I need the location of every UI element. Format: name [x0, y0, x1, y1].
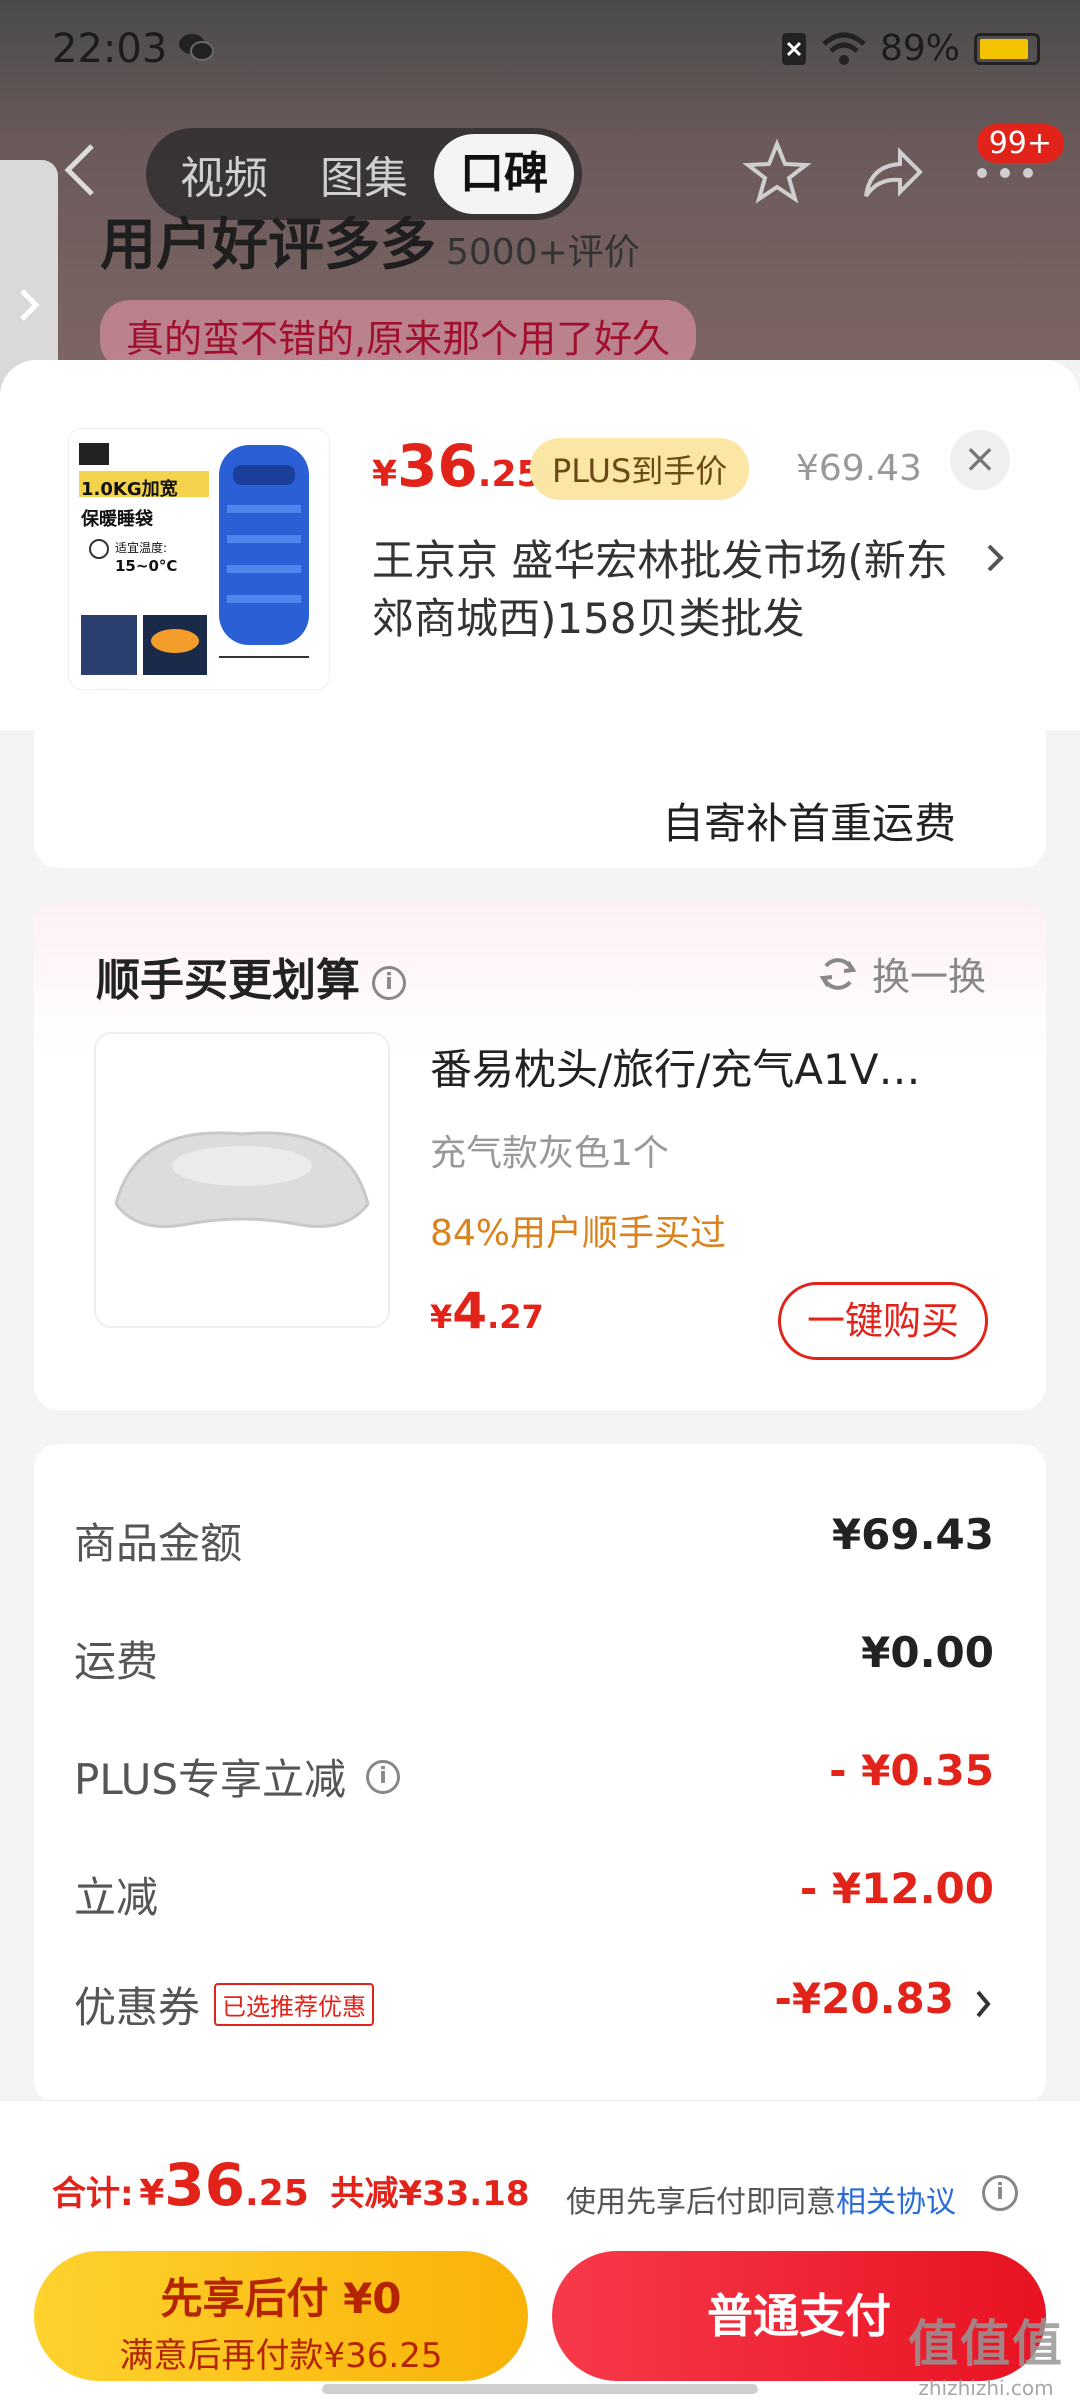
product-price: ¥36.25 [372, 432, 542, 500]
combo-price-decimal: .27 [487, 1298, 544, 1336]
checkout-sheet: 1.0KG加宽 保暖睡袋 适宜温度: 15~0°C ¥36.25 PLUS到手价… [0, 360, 1080, 2400]
fee-row-goods: 商品金额 ¥69.43 [74, 1510, 994, 1570]
pillow-image[interactable] [94, 1032, 390, 1328]
fee-label-text: 优惠券 [74, 1983, 201, 2032]
share-icon[interactable] [856, 138, 926, 208]
back-arrow-icon[interactable] [60, 140, 100, 200]
fee-label: 优惠券 已选推荐优惠 [74, 1974, 375, 2035]
fee-row-instant-discount: 立减 - ¥12.00 [74, 1864, 994, 1924]
original-price: ¥69.43 [796, 448, 922, 489]
pay-later-button[interactable]: 先享后付 ¥0 满意后再付款¥36.25 [34, 2251, 528, 2381]
fee-value: ¥0.00 [861, 1628, 994, 1677]
coupon-chevron-icon[interactable] [974, 1986, 994, 2022]
combo-item-price: ¥4.27 [430, 1282, 544, 1340]
agreement-prefix: 使用先享后付即同意 [566, 2185, 836, 2220]
fee-label-text: PLUS专享立减 [74, 1755, 347, 1804]
home-indicator[interactable] [322, 2384, 758, 2394]
combo-item-name[interactable]: 番易枕头/旅行/充气A1V… [430, 1036, 990, 1097]
battery-percent: 89% [879, 28, 960, 69]
refresh-button[interactable]: 换一换 [818, 946, 986, 1001]
review-count: 5000+评价 [446, 232, 640, 273]
sleeping-bag-image: 1.0KG加宽 保暖睡袋 适宜温度: 15~0°C [68, 428, 330, 690]
refresh-label: 换一换 [871, 955, 986, 999]
tab-video[interactable]: 视频 [154, 142, 294, 206]
fee-label: 商品金额 [74, 1519, 243, 1568]
battery-icon [974, 32, 1040, 65]
total-integer: 36 [164, 2151, 245, 2219]
pay-later-subtitle: 满意后再付款¥36.25 [119, 2336, 443, 2376]
fee-label: 立减 [74, 1873, 159, 1922]
image-temp: 15~0°C [115, 557, 178, 575]
status-time: 22:03 [52, 26, 168, 72]
image-text-line2: 保暖睡袋 [81, 509, 153, 530]
fee-value: - ¥0.35 [829, 1746, 994, 1795]
order-total: 合计: ¥36.25 共减¥33.18 [52, 2151, 530, 2219]
shop-name[interactable]: 王京京 盛华宏林批发市场(新东郊商城西)158贝类批发 [372, 532, 972, 648]
image-text-line1: 1.0KG加宽 [81, 479, 178, 500]
fee-row-coupon[interactable]: 优惠券 已选推荐优惠 -¥20.83 [74, 1974, 994, 2034]
buy-together-title-text: 顺手买更划算 [96, 955, 360, 1006]
battery-level [980, 38, 1029, 59]
buy-together-card: 顺手买更划算 i 换一换 番易枕头/旅行/充气A1V… 充气款灰色1个 84%用户… [34, 902, 1046, 1410]
plus-info-icon[interactable]: i [366, 1759, 401, 1794]
coupon-tag: 已选推荐优惠 [214, 1983, 375, 2026]
fee-label: PLUS专享立减 i [74, 1746, 401, 1807]
wifi-icon [822, 32, 866, 65]
review-headline: 用户好评多多 5000+评价 [100, 200, 640, 281]
total-currency: ¥ [139, 2173, 165, 2214]
combo-price-currency: ¥ [430, 1298, 453, 1336]
pay-later-title: 先享后付 ¥0 [160, 2274, 402, 2323]
notification-badge: 99+ [976, 124, 1064, 163]
wechat-icon [179, 34, 214, 61]
chevron-right-icon [20, 289, 40, 321]
fee-breakdown-card: 商品金额 ¥69.43 运费 ¥0.00 PLUS专享立减 i - ¥0.35 … [34, 1444, 1046, 2104]
shop-chevron-icon[interactable] [985, 538, 1007, 578]
info-icon[interactable]: i [372, 966, 406, 1000]
image-temp-label: 适宜温度: [115, 541, 168, 555]
plus-price-badge: PLUS到手价 [530, 438, 750, 500]
background-product-page: 22:03 89% 视频 图集 口碑 99+ 用户好评多多 5000+评价 真的… [0, 0, 1080, 371]
fee-value: -¥20.83 [774, 1974, 954, 2023]
total-savings: 共减¥33.18 [330, 2174, 530, 2214]
pillow-graphic [114, 1131, 370, 1228]
status-indicators: 89% [780, 28, 1040, 69]
fee-value: - ¥12.00 [799, 1864, 994, 1913]
star-icon[interactable] [742, 138, 812, 208]
status-bar: 22:03 89% [0, 0, 1080, 100]
headline-text: 用户好评多多 [100, 213, 436, 278]
fee-row-shipping: 运费 ¥0.00 [74, 1628, 994, 1688]
shipping-note: 自寄补首重运费 [661, 799, 956, 848]
product-image-graphic [79, 443, 309, 675]
fee-label: 运费 [74, 1637, 159, 1686]
sim-icon [781, 32, 806, 65]
agreement-info-icon[interactable]: i [982, 2175, 1018, 2211]
total-label: 合计: [52, 2174, 134, 2214]
combo-item-spec: 充气款灰色1个 [430, 1133, 669, 1174]
close-button[interactable]: × [950, 430, 1010, 490]
watermark-main: 值值值 [908, 2315, 1064, 2373]
watermark-sub: zhizhizhi.com [918, 2376, 1054, 2400]
combo-item-stat: 84%用户顺手买过 [430, 1213, 727, 1254]
product-header: 1.0KG加宽 保暖睡袋 适宜温度: 15~0°C ¥36.25 PLUS到手价… [0, 360, 1080, 730]
watermark: 值值值 zhizhizhi.com [908, 2304, 1064, 2400]
price-integer: 36 [397, 432, 478, 500]
fee-row-plus-discount: PLUS专享立减 i - ¥0.35 [74, 1746, 994, 1806]
refresh-icon [819, 957, 857, 990]
agreement-link[interactable]: 相关协议 [836, 2185, 956, 2220]
buy-together-title: 顺手买更划算 i [96, 944, 406, 1008]
tab-gallery[interactable]: 图集 [294, 142, 434, 206]
fee-value: ¥69.43 [831, 1510, 994, 1559]
price-currency: ¥ [372, 454, 398, 495]
total-decimal: .25 [244, 2173, 309, 2214]
combo-price-integer: 4 [452, 1282, 488, 1340]
one-click-buy-button[interactable]: 一键购买 [778, 1282, 988, 1360]
agreement-text: 使用先享后付即同意相关协议 [566, 2177, 956, 2221]
